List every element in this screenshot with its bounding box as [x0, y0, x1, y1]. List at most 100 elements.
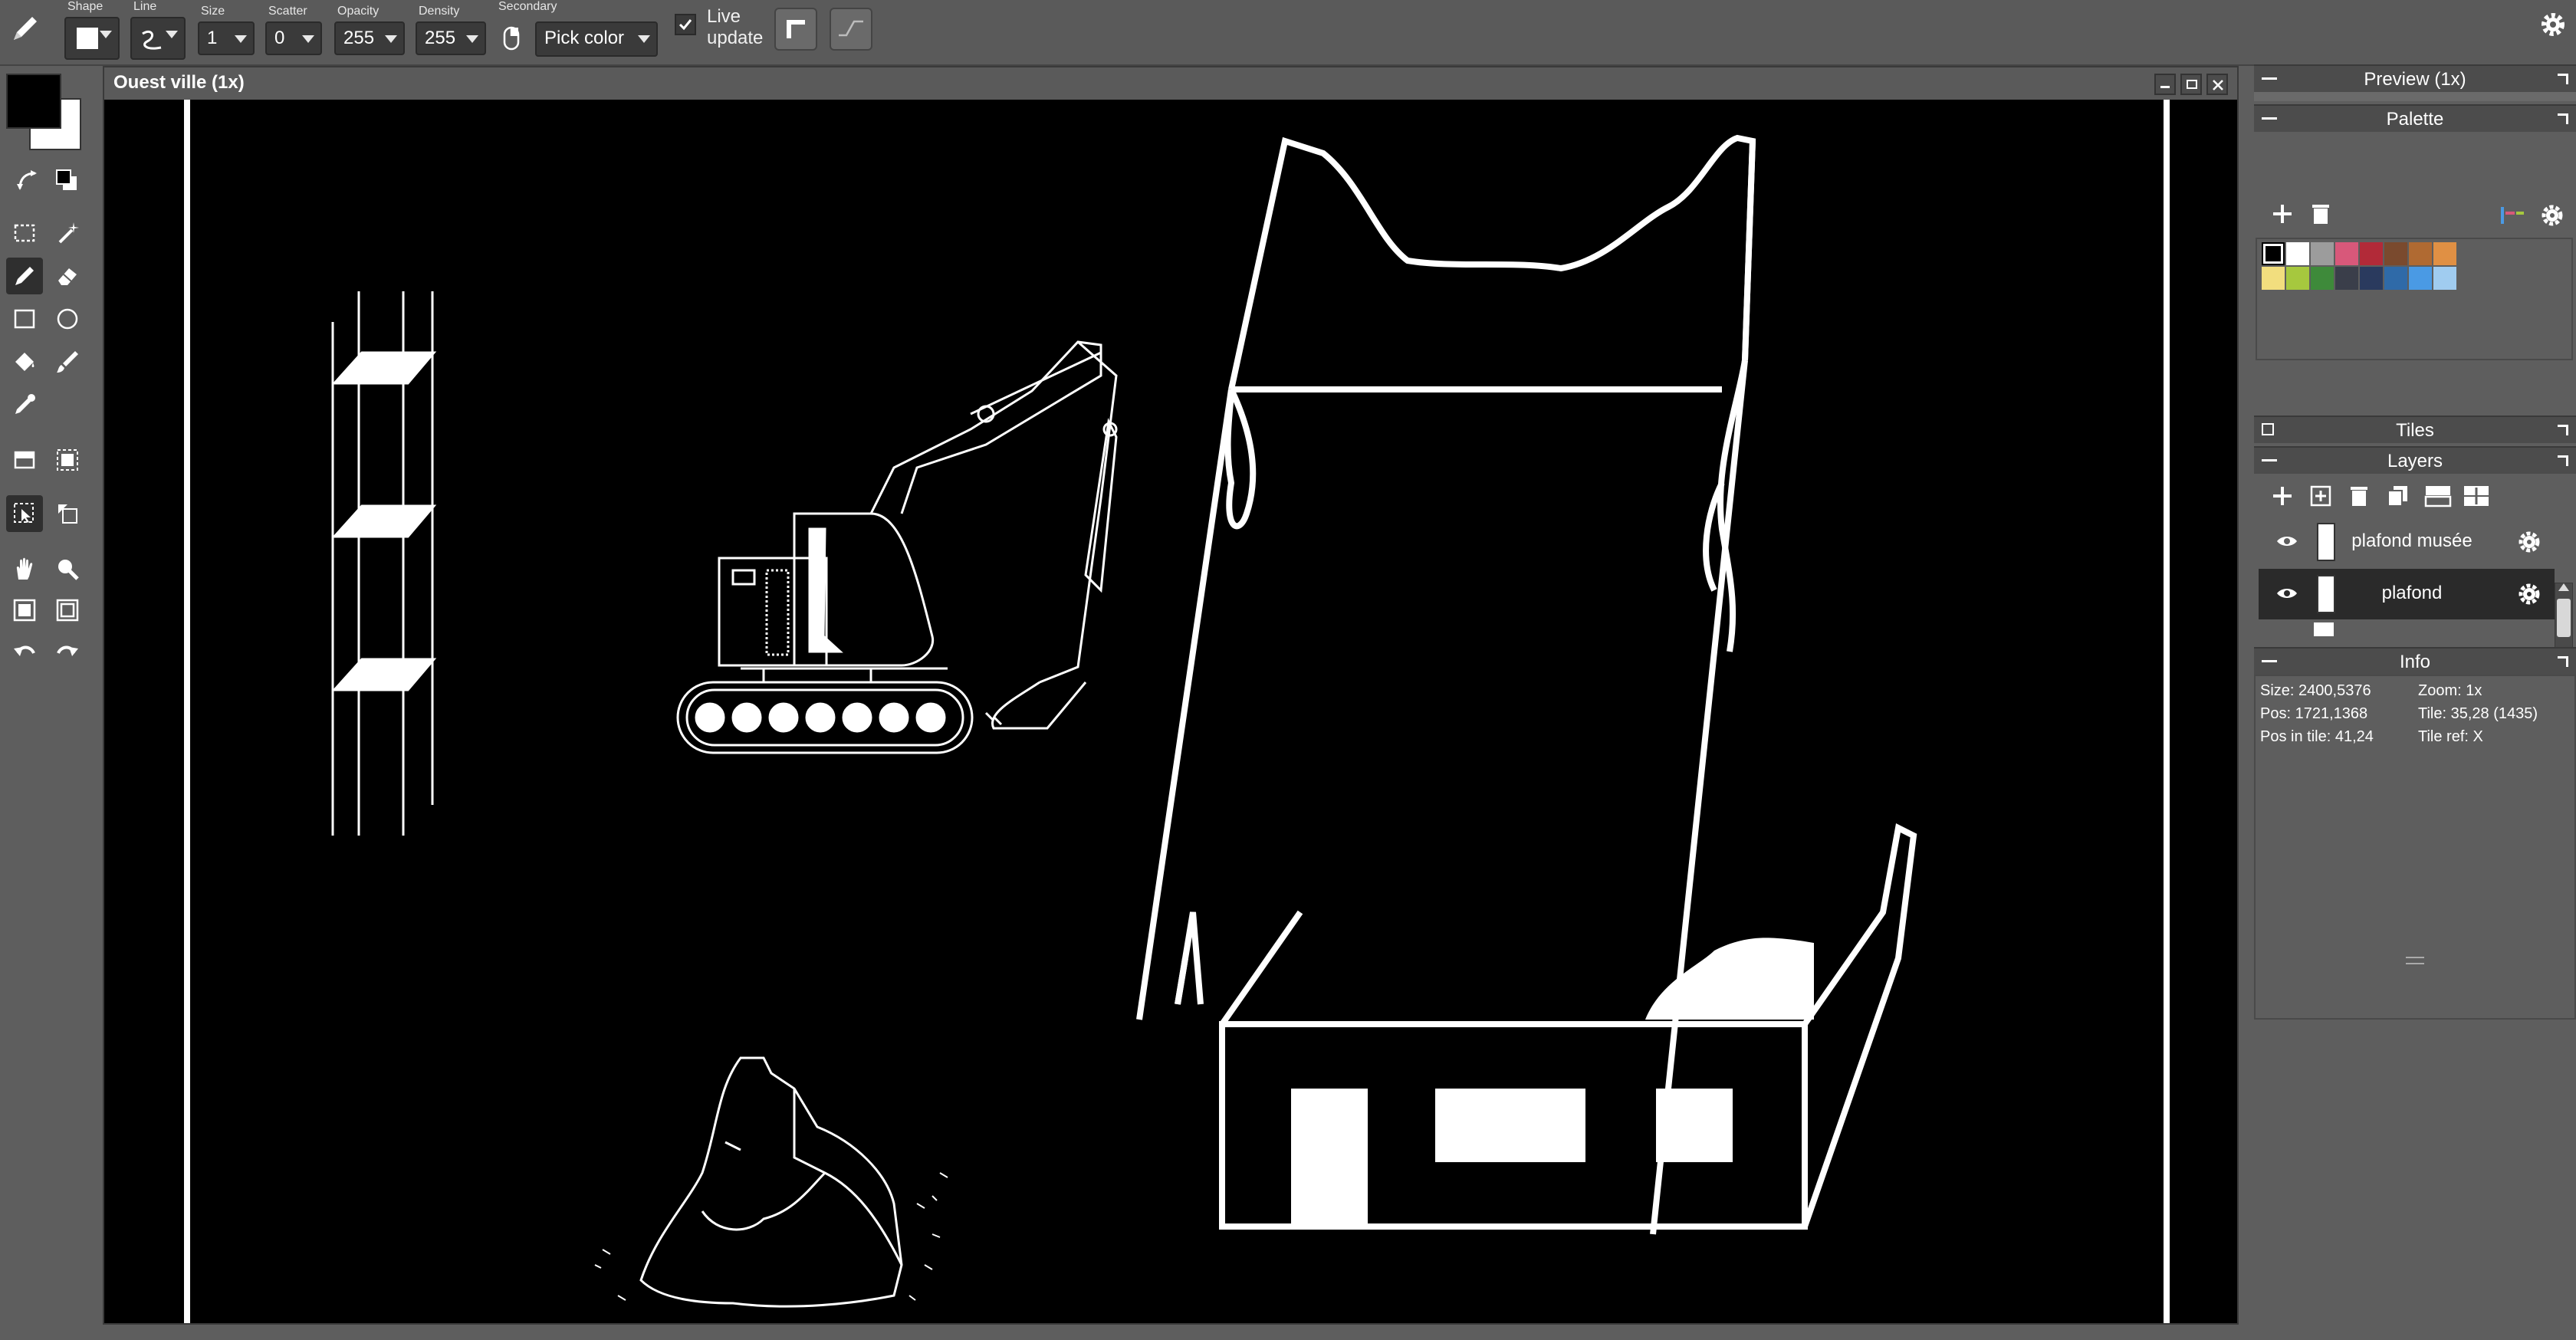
undock-icon[interactable]: [2558, 455, 2568, 466]
undock-icon[interactable]: [2558, 425, 2568, 435]
close-window-button[interactable]: [2206, 74, 2228, 95]
palette-swatch[interactable]: [2409, 267, 2432, 290]
size-label: Size: [201, 5, 225, 18]
palette-swatch[interactable]: [2262, 242, 2285, 265]
layer-row-selected[interactable]: plafond: [2259, 569, 2555, 619]
layers-panel-header[interactable]: Layers: [2254, 446, 2576, 474]
preview-panel-header[interactable]: Preview (1x): [2254, 64, 2576, 92]
size-dropdown[interactable]: 1: [198, 21, 255, 55]
right-dock: Preview (1x) Palette Tiles Layers plafon…: [2254, 64, 2576, 1340]
rectangle-tool[interactable]: [6, 301, 43, 337]
palette-swatch[interactable]: [2286, 267, 2309, 290]
fill-tool[interactable]: [6, 343, 43, 380]
delete-layer-icon[interactable]: [2348, 484, 2371, 507]
pencil-icon: [14, 17, 37, 40]
layer-name: plafond: [2381, 583, 2443, 603]
resize-handle[interactable]: [2406, 957, 2424, 964]
add-layer-icon[interactable]: [2271, 484, 2294, 507]
duplicate-layer-icon[interactable]: [2386, 484, 2409, 507]
new-layer-icon[interactable]: [2309, 484, 2332, 507]
gradient-tool[interactable]: [6, 442, 43, 478]
visibility-eye-icon[interactable]: [2275, 534, 2298, 549]
foreground-color-swatch[interactable]: [6, 74, 61, 129]
flatten-layers-icon[interactable]: [2463, 484, 2490, 507]
scroll-thumb[interactable]: [2557, 599, 2571, 637]
minimize-window-button[interactable]: [2154, 74, 2176, 95]
curve-line-icon: [142, 30, 162, 50]
palette-swatch[interactable]: [2360, 242, 2383, 265]
shape-selector[interactable]: [64, 17, 120, 60]
secondary-action-dropdown[interactable]: Pick color: [535, 21, 658, 57]
ellipse-tool[interactable]: [49, 301, 86, 337]
palette-panel-header[interactable]: Palette: [2254, 104, 2576, 132]
visibility-eye-icon[interactable]: [2275, 586, 2298, 601]
line-selector[interactable]: [130, 17, 186, 60]
swap-colors-icon[interactable]: [15, 169, 40, 193]
scatter-dropdown[interactable]: 0: [265, 21, 322, 55]
density-dropdown[interactable]: 255: [416, 21, 486, 55]
palette-swatch[interactable]: [2360, 267, 2383, 290]
palette-colors-icon[interactable]: [2499, 205, 2525, 225]
opacity-dropdown[interactable]: 255: [334, 21, 405, 55]
square-shape-icon: [77, 28, 98, 49]
palette-swatch[interactable]: [2433, 267, 2456, 290]
palette-settings-gear-icon[interactable]: [2539, 202, 2565, 228]
crop-tool[interactable]: [49, 442, 86, 478]
checkmark-icon: [678, 19, 692, 31]
chevron-down-icon: [100, 31, 112, 38]
reset-colors-icon[interactable]: [55, 169, 78, 192]
settings-gear-icon[interactable]: [2538, 9, 2568, 40]
add-color-icon[interactable]: [2271, 202, 2294, 225]
info-tile: Tile: 35,28 (1435): [2418, 705, 2538, 722]
redo-button[interactable]: [49, 633, 86, 670]
palette-swatch[interactable]: [2311, 267, 2334, 290]
actual-size-tool[interactable]: [49, 592, 86, 629]
undock-icon[interactable]: [2558, 656, 2568, 667]
brush-tool[interactable]: [49, 343, 86, 380]
palette-swatch[interactable]: [2433, 242, 2456, 265]
paint-bucket-icon: [15, 353, 34, 371]
options-toolbar: Shape Line Size 1 Scatter 0 Opacity 255 …: [0, 0, 2576, 66]
tiles-panel-header[interactable]: Tiles: [2254, 415, 2576, 443]
rectangle-select-tool[interactable]: [6, 215, 43, 251]
palette-swatch[interactable]: [2335, 267, 2358, 290]
layer-settings-gear-icon[interactable]: [2516, 581, 2542, 607]
fit-window-icon: [13, 599, 36, 622]
info-panel-header[interactable]: Info: [2254, 647, 2576, 675]
zoom-tool[interactable]: [49, 550, 86, 587]
live-update-checkbox[interactable]: [675, 14, 696, 35]
undock-icon[interactable]: [2558, 74, 2568, 84]
pencil-tool[interactable]: [6, 258, 43, 294]
merge-layer-icon[interactable]: [2424, 484, 2452, 507]
drawing-canvas[interactable]: [104, 100, 2237, 1323]
eraser-tool[interactable]: [49, 258, 86, 294]
rectangle-icon: [14, 309, 35, 329]
move-selection-tool[interactable]: [6, 495, 43, 532]
restore-window-button[interactable]: [2180, 74, 2202, 95]
scroll-up-arrow[interactable]: [2558, 583, 2569, 591]
palette-swatch[interactable]: [2384, 267, 2407, 290]
layer-settings-gear-icon[interactable]: [2516, 529, 2542, 555]
palette-swatch[interactable]: [2335, 242, 2358, 265]
delete-color-icon[interactable]: [2309, 202, 2332, 225]
move-layer-tool[interactable]: [49, 495, 86, 532]
preview-area: [2254, 92, 2576, 101]
undock-icon[interactable]: [2558, 113, 2568, 124]
curve-mode-button[interactable]: [830, 8, 872, 51]
palette-swatch[interactable]: [2286, 242, 2309, 265]
size-value: 1: [207, 28, 218, 48]
hand-tool[interactable]: [6, 550, 43, 587]
palette-swatch[interactable]: [2311, 242, 2334, 265]
magic-wand-tool[interactable]: [49, 215, 86, 251]
palette-swatch[interactable]: [2262, 267, 2285, 290]
opacity-value: 255: [343, 28, 375, 48]
transform-mode-button[interactable]: [774, 8, 817, 51]
color-picker-tool[interactable]: [6, 386, 43, 423]
palette-swatch[interactable]: [2384, 242, 2407, 265]
brush-icon: [57, 351, 78, 373]
fit-window-tool[interactable]: [6, 592, 43, 629]
layer-row[interactable]: plafond musée: [2259, 517, 2555, 567]
palette-swatch[interactable]: [2409, 242, 2432, 265]
undo-button[interactable]: [6, 633, 43, 670]
preview-panel-title: Preview (1x): [2364, 69, 2466, 90]
